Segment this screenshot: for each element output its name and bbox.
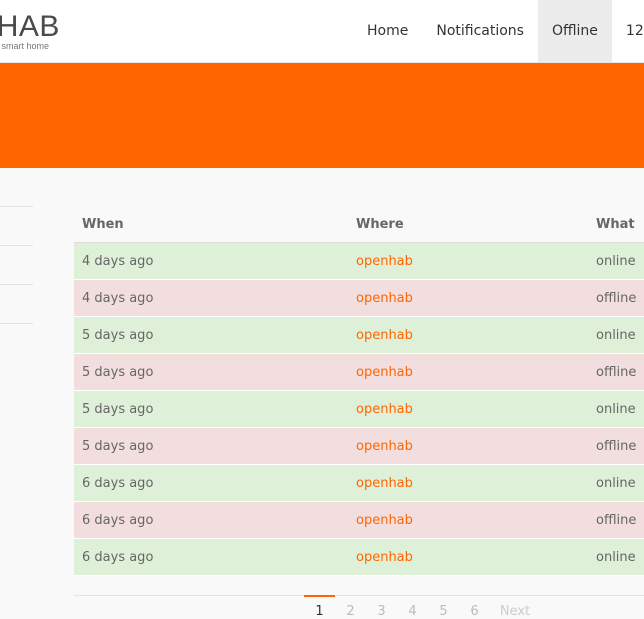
top-navbar: openHAB empowering the smart home Home N… bbox=[0, 0, 644, 63]
table-row: 5 days ago openhab online bbox=[74, 391, 644, 428]
cell-where-link[interactable]: openhab bbox=[356, 476, 413, 491]
table-row: 6 days ago openhab online bbox=[74, 539, 644, 576]
main-nav: Home Notifications Offline 1236 bbox=[353, 0, 644, 62]
sidebar-divider bbox=[0, 206, 33, 207]
cell-what: online bbox=[596, 402, 636, 417]
table-row: 5 days ago openhab online bbox=[74, 317, 644, 354]
sidebar-divider bbox=[0, 323, 33, 324]
cell-where-link[interactable]: openhab bbox=[356, 513, 413, 528]
cell-where-link[interactable]: openhab bbox=[356, 291, 413, 306]
cell-when: 5 days ago bbox=[82, 439, 154, 454]
table-header: When Where What bbox=[74, 206, 644, 243]
cell-what: online bbox=[596, 476, 636, 491]
page-6[interactable]: 6 bbox=[459, 596, 490, 619]
cell-where-link[interactable]: openhab bbox=[356, 365, 413, 380]
table-row: 4 days ago openhab offline bbox=[74, 280, 644, 317]
cell-where-link[interactable]: openhab bbox=[356, 254, 413, 269]
logo-tagline: empowering the smart home bbox=[0, 41, 50, 51]
cell-what: online bbox=[596, 550, 636, 565]
column-header-when: When bbox=[82, 217, 124, 232]
page-1[interactable]: 1 bbox=[304, 595, 335, 619]
cell-what: offline bbox=[596, 439, 637, 454]
nav-notifications[interactable]: Notifications bbox=[422, 0, 538, 62]
openhab-logo[interactable]: openHAB empowering the smart home bbox=[0, 8, 60, 54]
table-row: 5 days ago openhab offline bbox=[74, 428, 644, 465]
nav-home[interactable]: Home bbox=[353, 0, 422, 62]
sidebar-divider bbox=[0, 245, 33, 246]
cell-what: online bbox=[596, 254, 636, 269]
page-banner bbox=[0, 63, 644, 168]
page-2[interactable]: 2 bbox=[335, 596, 366, 619]
cell-where-link[interactable]: openhab bbox=[356, 550, 413, 565]
page-4[interactable]: 4 bbox=[397, 596, 428, 619]
cell-when: 5 days ago bbox=[82, 365, 154, 380]
cell-when: 6 days ago bbox=[82, 476, 154, 491]
sidebar-divider bbox=[0, 284, 33, 285]
cell-when: 6 days ago bbox=[82, 513, 154, 528]
table-row: 6 days ago openhab online bbox=[74, 465, 644, 502]
nav-offline[interactable]: Offline bbox=[537, 0, 612, 62]
cell-when: 5 days ago bbox=[82, 402, 154, 417]
cell-when: 6 days ago bbox=[82, 550, 154, 565]
next-page-link[interactable]: Next bbox=[490, 596, 540, 619]
table-row: 4 days ago openhab online bbox=[74, 243, 644, 280]
cell-when: 4 days ago bbox=[82, 291, 154, 306]
cell-where-link[interactable]: openhab bbox=[356, 439, 413, 454]
column-header-what: What bbox=[596, 217, 635, 232]
page-3[interactable]: 3 bbox=[366, 596, 397, 619]
cell-where-link[interactable]: openhab bbox=[356, 402, 413, 417]
column-header-where: Where bbox=[356, 217, 404, 232]
cell-what: offline bbox=[596, 291, 637, 306]
cell-what: offline bbox=[596, 513, 637, 528]
offline-events-table: When Where What 4 days ago openhab onlin… bbox=[74, 206, 644, 576]
cell-when: 5 days ago bbox=[82, 328, 154, 343]
cell-what: online bbox=[596, 328, 636, 343]
pagination: 1 2 3 4 5 6 Next bbox=[304, 595, 540, 619]
cell-where-link[interactable]: openhab bbox=[356, 328, 413, 343]
table-row: 5 days ago openhab offline bbox=[74, 354, 644, 391]
logo-wordmark: openHAB bbox=[0, 10, 60, 43]
page-5[interactable]: 5 bbox=[428, 596, 459, 619]
nav-account[interactable]: 1236 bbox=[612, 0, 644, 62]
cell-when: 4 days ago bbox=[82, 254, 154, 269]
cell-what: offline bbox=[596, 365, 637, 380]
table-row: 6 days ago openhab offline bbox=[74, 502, 644, 539]
